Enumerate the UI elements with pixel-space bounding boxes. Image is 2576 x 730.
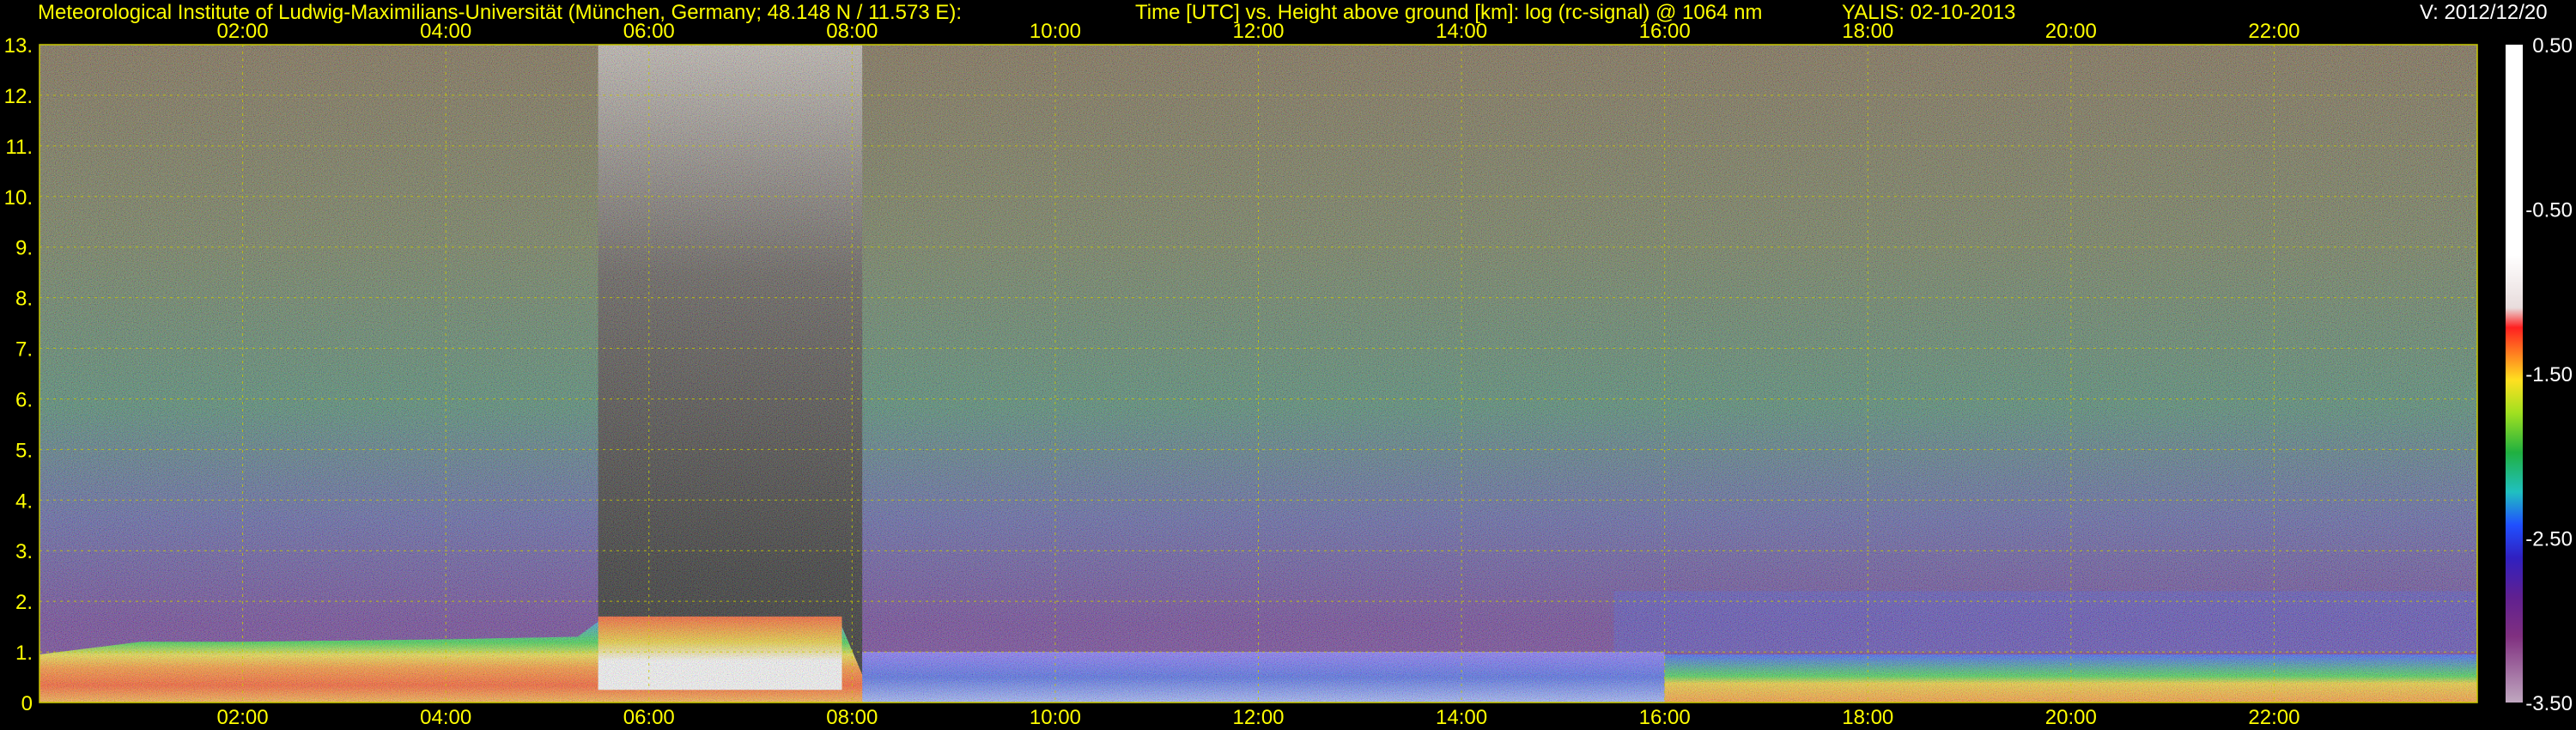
x-tick-label-bottom: 06:00 [623, 706, 675, 729]
colorbar-tick-label: 0.50 [2532, 34, 2573, 58]
y-tick-label: 1. [15, 642, 33, 665]
colorbar-tick-label: -2.50 [2525, 528, 2573, 551]
x-tick-label-top: 22:00 [2248, 20, 2300, 43]
y-tick-label: 8. [15, 288, 33, 311]
x-tick-label-top: 18:00 [1842, 20, 1893, 43]
x-tick-label-bottom: 04:00 [420, 706, 471, 729]
x-tick-label-top: 20:00 [2045, 20, 2097, 43]
y-tick-label: 3. [15, 540, 33, 563]
y-tick-label: 5. [15, 439, 33, 462]
y-tick-label: 12. [4, 85, 33, 108]
colorbar-tick-label: -1.50 [2525, 363, 2573, 386]
colorbar-tick-label: -0.50 [2525, 199, 2573, 222]
y-tick-label: 7. [15, 338, 33, 362]
x-tick-label-top: 16:00 [1639, 20, 1691, 43]
x-tick-label-top: 12:00 [1232, 20, 1284, 43]
x-tick-label-bottom: 16:00 [1639, 706, 1691, 729]
y-tick-label: 6. [15, 388, 33, 411]
x-tick-label-top: 02:00 [217, 20, 269, 43]
y-tick-label: 0 [21, 692, 33, 715]
y-tick-label: 9. [15, 237, 33, 260]
x-tick-label-top: 14:00 [1436, 20, 1487, 43]
y-tick-label: 10. [4, 186, 33, 210]
x-tick-label-bottom: 14:00 [1436, 706, 1487, 729]
x-tick-label-top: 04:00 [420, 20, 471, 43]
y-tick-label: 2. [15, 591, 33, 614]
y-tick-label: 11. [5, 136, 33, 159]
x-tick-label-bottom: 10:00 [1030, 706, 1081, 729]
x-tick-label-bottom: 20:00 [2045, 706, 2097, 729]
x-tick-label-bottom: 22:00 [2248, 706, 2300, 729]
x-tick-label-top: 08:00 [826, 20, 878, 43]
x-tick-label-bottom: 18:00 [1842, 706, 1893, 729]
x-tick-label-top: 06:00 [623, 20, 675, 43]
colorbar-tick-label: -3.50 [2525, 692, 2573, 715]
y-tick-label: 4. [15, 490, 33, 513]
x-tick-label-bottom: 08:00 [826, 706, 878, 729]
x-tick-label-bottom: 12:00 [1232, 706, 1284, 729]
lidar-heatmap-chart: 02:00 02:00 04:00 04:00 06:00 06:00 08:00 08:00… [4, 20, 2573, 729]
x-tick-label-bottom: 02:00 [217, 706, 269, 729]
x-tick-label-top: 10:00 [1030, 20, 1081, 43]
colorbar: 0.50 -0.50 -1.50 -2.50 -3.50 [2506, 34, 2573, 715]
colorbar-scale [2506, 45, 2523, 703]
y-tick-label: 13. [4, 34, 33, 58]
